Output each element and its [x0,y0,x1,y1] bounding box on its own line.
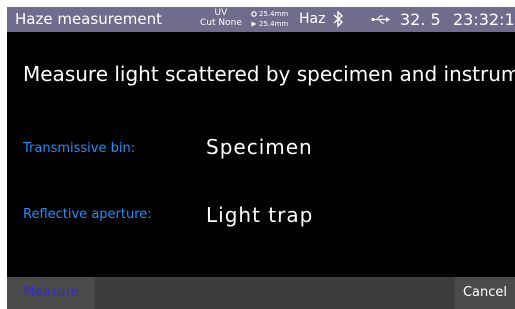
usb-icon [371,15,390,24]
bluetooth-icon [333,10,344,28]
reflective-aperture-label: Reflective aperture: [23,207,152,222]
transmissive-bin-value: Specimen [206,135,313,159]
clock: 23:32:19 [453,10,515,29]
cancel-button[interactable]: Cancel [455,277,515,309]
app-title: Haze measurement [15,10,162,28]
reflective-aperture-value: Light trap [206,203,314,227]
cut-label: Cut None [200,18,242,28]
mode-indicator: Haz [299,11,326,27]
status-bar: Haze measurement UV Cut None 25.4mm 25.4… [7,7,515,32]
transmissive-bin-label: Transmissive bin: [23,141,136,156]
aperture-indicator: 25.4mm 25.4mm [251,9,288,29]
device-screen: Haze measurement UV Cut None 25.4mm 25.4… [7,7,515,309]
arrow-icon [251,21,257,27]
aperture-illum-size: 25.4mm [259,20,289,28]
uv-cut-indicator: UV Cut None [200,8,242,28]
bottom-button-bar: Measure Cancel [7,277,515,309]
uv-label: UV [214,8,228,18]
circle-icon [251,11,257,17]
measure-button[interactable]: Measure [7,277,95,309]
temperature-readout: 32. 5 [400,10,441,29]
instruction-headline: Measure light scattered by specimen and … [23,62,515,86]
aperture-measure-size: 25.4mm [259,10,289,18]
